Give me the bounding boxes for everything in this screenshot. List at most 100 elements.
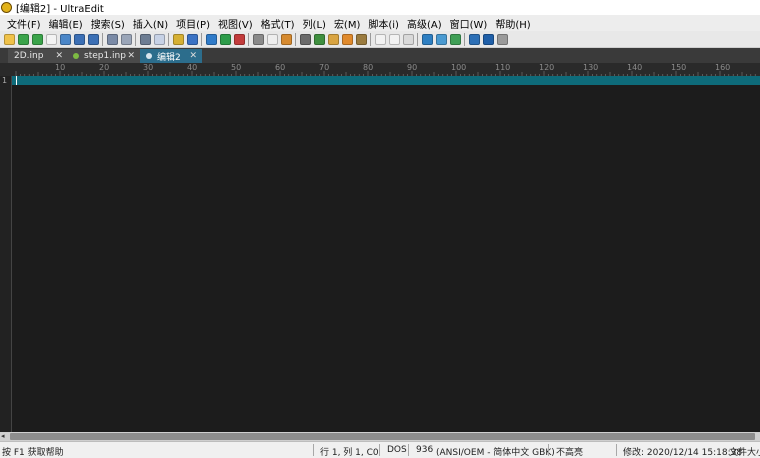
tab-label: 编辑2: [157, 52, 181, 63]
horizontal-scrollbar[interactable]: ◂: [0, 432, 760, 441]
tab-label: step1.inp: [84, 51, 126, 61]
sync-icon[interactable]: [449, 33, 461, 45]
properties-icon[interactable]: [153, 33, 165, 45]
menu-item[interactable]: 帮助(H): [491, 16, 534, 31]
menu-item[interactable]: 格式(T): [257, 16, 299, 31]
toolbar-separator: [464, 32, 465, 46]
ftp-icon[interactable]: [435, 33, 447, 45]
file-type-icon: [73, 53, 79, 59]
columns-icon[interactable]: [172, 33, 184, 45]
status-file-size: 文件大小: [729, 448, 760, 458]
status-divider: [616, 444, 617, 456]
menu-item[interactable]: 搜索(S): [87, 16, 129, 31]
tab-close-icon[interactable]: ✕: [189, 51, 197, 61]
status-modified-time: 修改: 2020/12/14 15:18:38: [623, 448, 743, 458]
menu-item[interactable]: 宏(M): [330, 16, 364, 31]
help-icon[interactable]: [482, 33, 494, 45]
ruler-ticks: [15, 71, 756, 76]
scroll-left-arrow-icon[interactable]: ◂: [1, 432, 5, 441]
ultraedit-app-icon[interactable]: [1, 2, 12, 13]
ruler-label: 90: [407, 63, 418, 72]
menu-item[interactable]: 视图(V): [214, 16, 257, 31]
ruler-label: 150: [671, 63, 687, 72]
status-encoding[interactable]: (ANSI/OEM - 简体中文 GBK): [436, 445, 555, 458]
new-file-icon[interactable]: [3, 33, 15, 45]
browser-icon[interactable]: [421, 33, 433, 45]
calculator-icon[interactable]: [139, 33, 151, 45]
status-line-ending[interactable]: DOS: [387, 445, 407, 455]
paste-icon[interactable]: [280, 33, 292, 45]
cut-icon[interactable]: [252, 33, 264, 45]
print-preview-icon[interactable]: [120, 33, 132, 45]
menu-item[interactable]: 脚本(i): [364, 16, 403, 31]
toolbar-separator: [417, 32, 418, 46]
menu-item[interactable]: 编辑(E): [45, 16, 87, 31]
find-in-files-icon[interactable]: [313, 33, 325, 45]
tab-document[interactable]: 2D.inp ✕: [8, 49, 68, 63]
save-icon[interactable]: [73, 33, 85, 45]
menu-item[interactable]: 高级(A): [403, 16, 446, 31]
tab-document[interactable]: 编辑2 ✕: [140, 49, 202, 63]
macro-record-icon[interactable]: [327, 33, 339, 45]
line-number-gutter: 1: [0, 76, 12, 432]
open-file-icon[interactable]: [45, 33, 57, 45]
copy-icon[interactable]: [266, 33, 278, 45]
hex-view-icon[interactable]: [186, 33, 198, 45]
toolbar-separator: [135, 32, 136, 46]
menu-item[interactable]: 文件(F): [3, 16, 45, 31]
ruler-label: 120: [539, 63, 555, 72]
replace-icon[interactable]: [233, 33, 245, 45]
status-divider: [408, 444, 409, 456]
layout-icon[interactable]: [468, 33, 480, 45]
toolbar-more-icon[interactable]: [496, 33, 508, 45]
status-divider: [548, 444, 549, 456]
status-cursor-position[interactable]: 行 1, 列 1, C0: [320, 445, 379, 458]
print-icon[interactable]: [106, 33, 118, 45]
menu-item[interactable]: 列(L): [299, 16, 330, 31]
menu-item[interactable]: 项目(P): [172, 16, 214, 31]
ruler-label: 30: [143, 63, 154, 72]
status-divider: [379, 444, 380, 456]
ruler-label: 80: [363, 63, 374, 72]
document-tab-bar: 2D.inp ✕ step1.inp ✕ 编辑2 ✕: [0, 48, 760, 63]
status-help: 按 F1 获取帮助: [2, 448, 64, 458]
toolbar-separator: [168, 32, 169, 46]
status-highlight-mode[interactable]: 不高亮: [556, 445, 583, 458]
macro-icon[interactable]: [355, 33, 367, 45]
binoculars-icon[interactable]: [299, 33, 311, 45]
ruler-label: 130: [583, 63, 599, 72]
toolbar-separator: [370, 32, 371, 46]
forward-icon[interactable]: [31, 33, 43, 45]
ruler-label: 140: [627, 63, 643, 72]
toolbar-separator: [295, 32, 296, 46]
main-toolbar: [0, 31, 760, 48]
ruler-label: 100: [451, 63, 467, 72]
macro-play-icon[interactable]: [341, 33, 353, 45]
ruler-label: 160: [715, 63, 731, 72]
back-icon[interactable]: [17, 33, 29, 45]
status-bar: 按 F1 获取帮助 行 1, 列 1, C0 DOS 936 (ANSI/OEM…: [0, 441, 760, 458]
ruler-label: 70: [319, 63, 330, 72]
save-all-icon[interactable]: [87, 33, 99, 45]
open-folder-icon[interactable]: [59, 33, 71, 45]
status-codepage[interactable]: 936: [416, 445, 433, 455]
find-next-icon[interactable]: [219, 33, 231, 45]
editor-area[interactable]: [12, 85, 760, 432]
ruler-label: 60: [275, 63, 286, 72]
tile-icon[interactable]: [388, 33, 400, 45]
cascade-icon[interactable]: [402, 33, 414, 45]
tab-close-icon[interactable]: ✕: [55, 51, 63, 61]
tab-label: 2D.inp: [14, 51, 44, 61]
tab-document[interactable]: step1.inp ✕: [67, 49, 140, 63]
ruler-label: 40: [187, 63, 198, 72]
ruler-label: 10: [55, 63, 66, 72]
find-icon[interactable]: [205, 33, 217, 45]
column-ruler: 10 20 30 40 50 60 70 80 90 100 110 120 130 140 150 160: [12, 63, 760, 77]
window-title: [编辑2] - UltraEdit: [16, 4, 104, 15]
tab-close-icon[interactable]: ✕: [127, 51, 135, 61]
scrollbar-thumb[interactable]: [10, 433, 755, 440]
toolbar-separator: [201, 32, 202, 46]
window-icon[interactable]: [374, 33, 386, 45]
menu-item[interactable]: 插入(N): [129, 16, 172, 31]
menu-item[interactable]: 窗口(W): [446, 16, 492, 31]
